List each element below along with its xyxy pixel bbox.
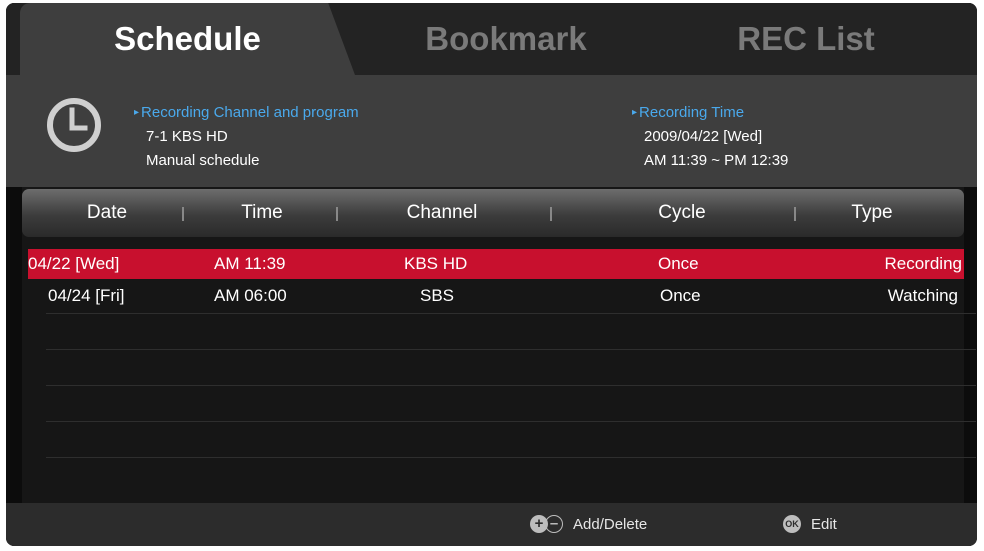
column-header-channel: Channel <box>406 202 478 223</box>
edit-button[interactable]: OK Edit <box>783 515 837 533</box>
edit-label: Edit <box>811 515 837 533</box>
schedule-panel: Schedule Bookmark REC List Recording Cha… <box>6 3 977 546</box>
cell-date: 04/24 [Fri] <box>48 286 125 305</box>
tab-rec-list[interactable]: REC List <box>656 3 956 75</box>
channel-label: Recording Channel and program <box>134 104 359 121</box>
recording-date-value: 2009/04/22 [Wed] <box>644 128 763 145</box>
row-divider <box>46 313 976 314</box>
tab-schedule[interactable]: Schedule <box>20 3 355 75</box>
row-divider <box>46 349 976 350</box>
minus-icon: – <box>545 515 563 533</box>
table-row[interactable]: 04/24 [Fri] AM 06:00 SBS Once Watching <box>28 281 964 311</box>
cell-channel: SBS <box>420 286 455 305</box>
cell-channel: KBS HD <box>404 254 468 273</box>
clock-icon <box>47 98 101 152</box>
tab-bookmark[interactable]: Bookmark <box>356 3 656 75</box>
ok-icon: OK <box>783 515 801 533</box>
row-divider <box>46 421 976 422</box>
column-header-date: Date <box>86 202 128 223</box>
cell-type: Watching <box>887 286 958 305</box>
row-divider <box>46 385 976 386</box>
cell-type: Recording <box>884 254 963 273</box>
recording-time-value: AM 11:39 ~ PM 12:39 <box>644 152 789 169</box>
column-header-time: Time <box>241 202 283 223</box>
column-header-type: Type <box>851 202 893 223</box>
table-row[interactable]: 04/22 [Wed] AM 11:39 KBS HD Once Recordi… <box>28 249 964 279</box>
cell-time: AM 11:39 <box>214 254 286 273</box>
column-divider <box>550 207 552 221</box>
footer-bar: + – Add/Delete OK Edit <box>6 503 977 546</box>
column-divider <box>182 207 184 221</box>
add-delete-button[interactable]: + – Add/Delete <box>530 515 647 533</box>
add-delete-label: Add/Delete <box>573 515 648 533</box>
recording-info: Recording Channel and program 7-1 KBS HD… <box>6 75 977 187</box>
cell-date: 04/22 [Wed] <box>28 254 120 273</box>
program-value: Manual schedule <box>146 152 260 169</box>
column-divider <box>794 207 796 221</box>
column-divider <box>336 207 338 221</box>
row-divider <box>46 457 976 458</box>
recording-time-label: Recording Time <box>632 104 744 121</box>
schedule-table: Date Time Channel Cycle Type 04/22 [Wed]… <box>22 187 976 503</box>
table-header: Date Time Channel Cycle Type <box>22 189 964 237</box>
cell-cycle: Once <box>658 254 699 273</box>
cell-time: AM 06:00 <box>214 286 287 305</box>
column-header-cycle: Cycle <box>658 202 706 223</box>
channel-value: 7-1 KBS HD <box>146 128 228 145</box>
cell-cycle: Once <box>660 286 701 305</box>
tab-bar: Schedule Bookmark REC List <box>6 3 977 75</box>
